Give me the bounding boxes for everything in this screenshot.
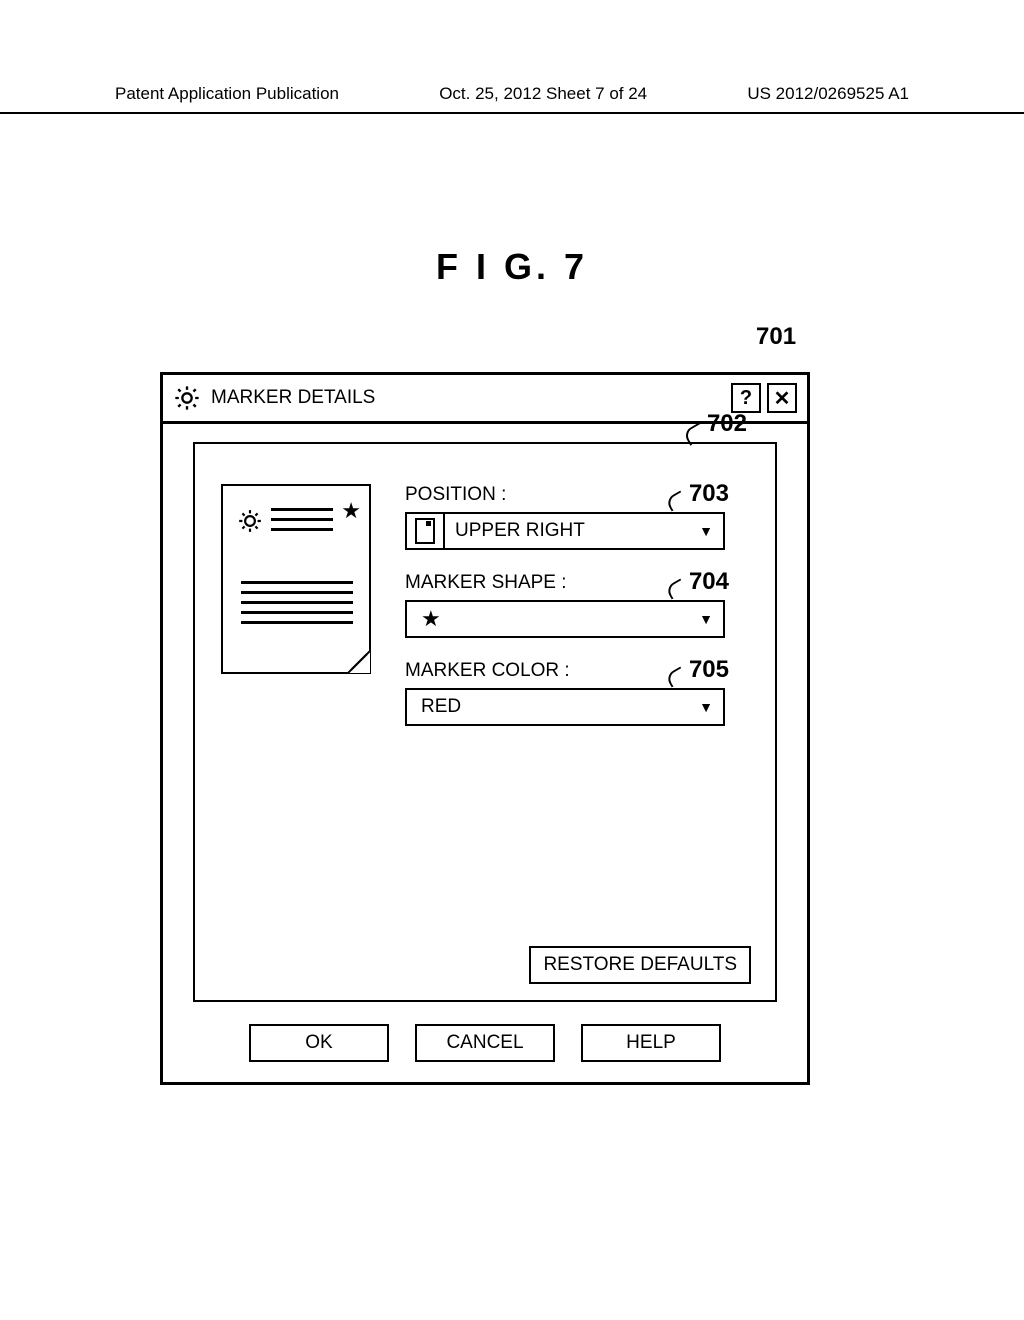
close-button[interactable]: ✕ bbox=[767, 383, 797, 413]
gear-icon bbox=[173, 384, 201, 412]
color-select[interactable]: RED ▼ bbox=[405, 688, 725, 726]
position-preview-icon bbox=[407, 514, 445, 548]
position-field: POSITION : 703 UPPER RIGHT ▼ bbox=[405, 484, 749, 550]
help-button[interactable]: ? bbox=[731, 383, 761, 413]
preview-text-lines bbox=[271, 508, 333, 538]
shape-value: ★ bbox=[407, 606, 689, 632]
chevron-down-icon: ▼ bbox=[689, 699, 723, 715]
dialog-button-row: OK CANCEL HELP bbox=[193, 1024, 777, 1062]
header-left: Patent Application Publication bbox=[115, 84, 339, 104]
page-header: Patent Application Publication Oct. 25, … bbox=[0, 84, 1024, 114]
header-center: Oct. 25, 2012 Sheet 7 of 24 bbox=[439, 84, 647, 104]
star-icon: ★ bbox=[341, 498, 361, 524]
shape-select[interactable]: ★ ▼ bbox=[405, 600, 725, 638]
chevron-down-icon: ▼ bbox=[689, 523, 723, 539]
callout-702: 702 bbox=[707, 410, 747, 438]
callout-703: 703 bbox=[689, 480, 729, 508]
color-field: MARKER COLOR : 705 RED ▼ bbox=[405, 660, 749, 726]
settings-panel: 702 ★ POSITION bbox=[193, 442, 777, 1002]
figure-title: F I G. 7 bbox=[0, 246, 1024, 288]
preview-thumbnail: ★ bbox=[221, 484, 371, 674]
restore-defaults-button[interactable]: RESTORE DEFAULTS bbox=[529, 946, 751, 984]
header-right: US 2012/0269525 A1 bbox=[747, 84, 909, 104]
sun-icon bbox=[237, 508, 263, 534]
position-select[interactable]: UPPER RIGHT ▼ bbox=[405, 512, 725, 550]
callout-704: 704 bbox=[689, 568, 729, 596]
callout-701: 701 bbox=[756, 323, 796, 351]
position-value: UPPER RIGHT bbox=[445, 520, 689, 542]
fields-column: POSITION : 703 UPPER RIGHT ▼ MARKER SHAP… bbox=[405, 484, 749, 748]
ok-button[interactable]: OK bbox=[249, 1024, 389, 1062]
page-fold-icon bbox=[347, 650, 371, 674]
marker-details-dialog: MARKER DETAILS ? ✕ 702 ★ bbox=[160, 372, 810, 1085]
preview-text-lines bbox=[241, 581, 353, 631]
callout-705: 705 bbox=[689, 656, 729, 684]
color-value: RED bbox=[407, 696, 689, 718]
help-button[interactable]: HELP bbox=[581, 1024, 721, 1062]
chevron-down-icon: ▼ bbox=[689, 611, 723, 627]
dialog-body: 702 ★ POSITION bbox=[163, 424, 807, 1082]
shape-field: MARKER SHAPE : 704 ★ ▼ bbox=[405, 572, 749, 638]
cancel-button[interactable]: CANCEL bbox=[415, 1024, 555, 1062]
dialog-title: MARKER DETAILS bbox=[211, 387, 725, 409]
